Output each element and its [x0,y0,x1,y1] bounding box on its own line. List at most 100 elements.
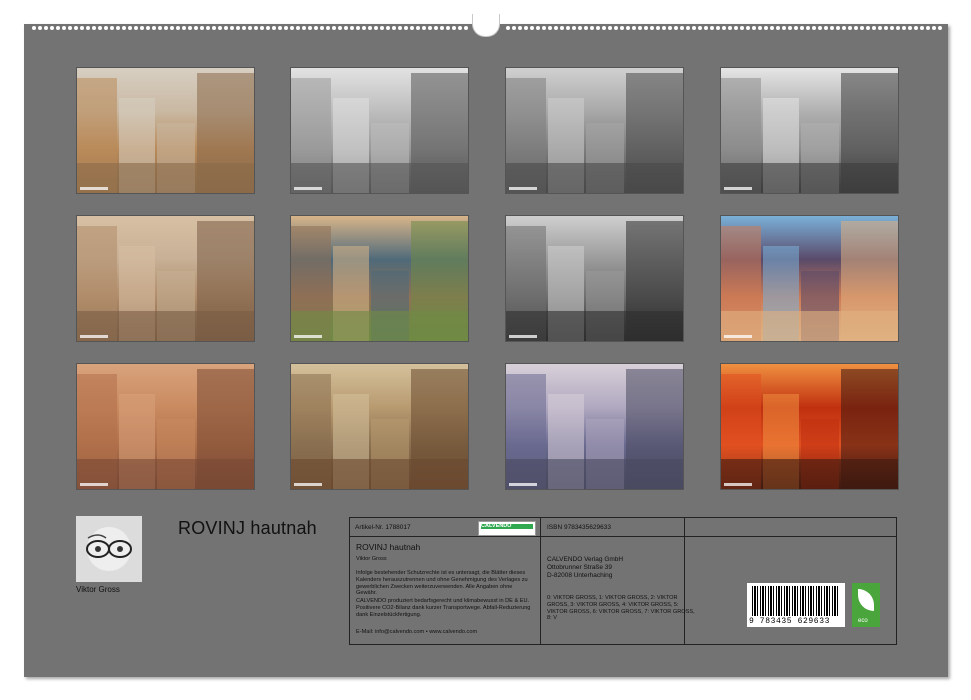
binding-ring [332,26,336,30]
binding-ring [914,26,918,30]
binding-ring [452,26,456,30]
binding-ring [764,26,768,30]
article-number: Artikel-Nr. 1788017 [355,524,411,531]
binding-ring [554,26,558,30]
binding-ring [716,26,720,30]
binding-ring [542,26,546,30]
binding-ring [596,26,600,30]
binding-ring [38,26,42,30]
month-label [509,483,537,486]
binding-ring [812,26,816,30]
binding-ring [524,26,528,30]
logo-text: CALVENDO [481,523,512,529]
binding-ring [338,26,342,30]
binding-ring [320,26,324,30]
binding-ring [746,26,750,30]
binding-ring [638,26,642,30]
book-title: ROVINJ hautnah [356,542,421,552]
binding-ring [272,26,276,30]
binding-ring [674,26,678,30]
binding-ring [308,26,312,30]
production-note: CALVENDO produziert bedarfsgerecht und k… [356,598,531,618]
binding-ring [374,26,378,30]
binding-ring [380,26,384,30]
binding-ring [410,26,414,30]
binding-ring [728,26,732,30]
divider [541,536,684,537]
month-label [509,187,537,190]
binding-ring [446,26,450,30]
binding-ring [80,26,84,30]
binding-ring [866,26,870,30]
binding-ring [734,26,738,30]
binding-ring [818,26,822,30]
barcode-number: 9 783435 629633 [749,617,831,626]
binding-ring [860,26,864,30]
calvendo-logo: CALVENDO [478,521,536,536]
binding-ring [362,26,366,30]
binding-ring [740,26,744,30]
thumb-cyclist-street [290,67,469,194]
binding-ring [560,26,564,30]
binding-ring [44,26,48,30]
binding-ring [200,26,204,30]
binding-ring [578,26,582,30]
photo-credits: 0: VIKTOR GROSS, 1: VIKTOR GROSS, 2: VIK… [547,595,695,622]
binding-ring [824,26,828,30]
binding-ring [164,26,168,30]
binding-ring [50,26,54,30]
binding-ring [656,26,660,30]
binding-ring [926,26,930,30]
thumb-wall-plaque [76,215,255,342]
month-label [294,335,322,338]
binding-ring [896,26,900,30]
thumb-harbour-boats [76,67,255,194]
binding-ring [938,26,942,30]
hanger-hook [472,14,500,37]
binding-ring [710,26,714,30]
binding-ring [92,26,96,30]
divider [350,536,540,537]
binding-ring [266,26,270,30]
binding-ring [230,26,234,30]
month-label [80,187,108,190]
binding-ring [872,26,876,30]
month-label [294,483,322,486]
binding-ring [608,26,612,30]
binding-ring [566,26,570,30]
binding-ring [152,26,156,30]
binding-ring [74,26,78,30]
binding-ring [110,26,114,30]
info-column-2: ISBN 9783435629633 CALVENDO Verlag GmbH … [541,518,695,644]
binding-ring [506,26,510,30]
binding-ring [140,26,144,30]
contact-line: E-Mail: info@calvendo.com • www.calvendo… [356,629,478,635]
binding-ring [434,26,438,30]
binding-ring [890,26,894,30]
month-label [509,335,537,338]
binding-ring [242,26,246,30]
binding-ring [464,26,468,30]
binding-ring [134,26,138,30]
binding-ring [206,26,210,30]
binding-ring [182,26,186,30]
author-name: Viktor Gross [76,585,120,594]
binding-ring [344,26,348,30]
binding-ring [224,26,228,30]
binding-ring [830,26,834,30]
binding-ring [836,26,840,30]
author-photo [76,516,142,582]
binding-ring [662,26,666,30]
binding-ring [752,26,756,30]
copyright-note: Infolge bestehender Schutzrechte ist es … [356,570,528,597]
binding-ring [932,26,936,30]
binding-ring [530,26,534,30]
binding-ring [170,26,174,30]
binding-ring [698,26,702,30]
binding-ring [350,26,354,30]
binding-ring [800,26,804,30]
binding-ring [842,26,846,30]
month-label [294,187,322,190]
barcode-bars [752,586,840,616]
isbn: ISBN 9783435629633 [547,524,611,531]
